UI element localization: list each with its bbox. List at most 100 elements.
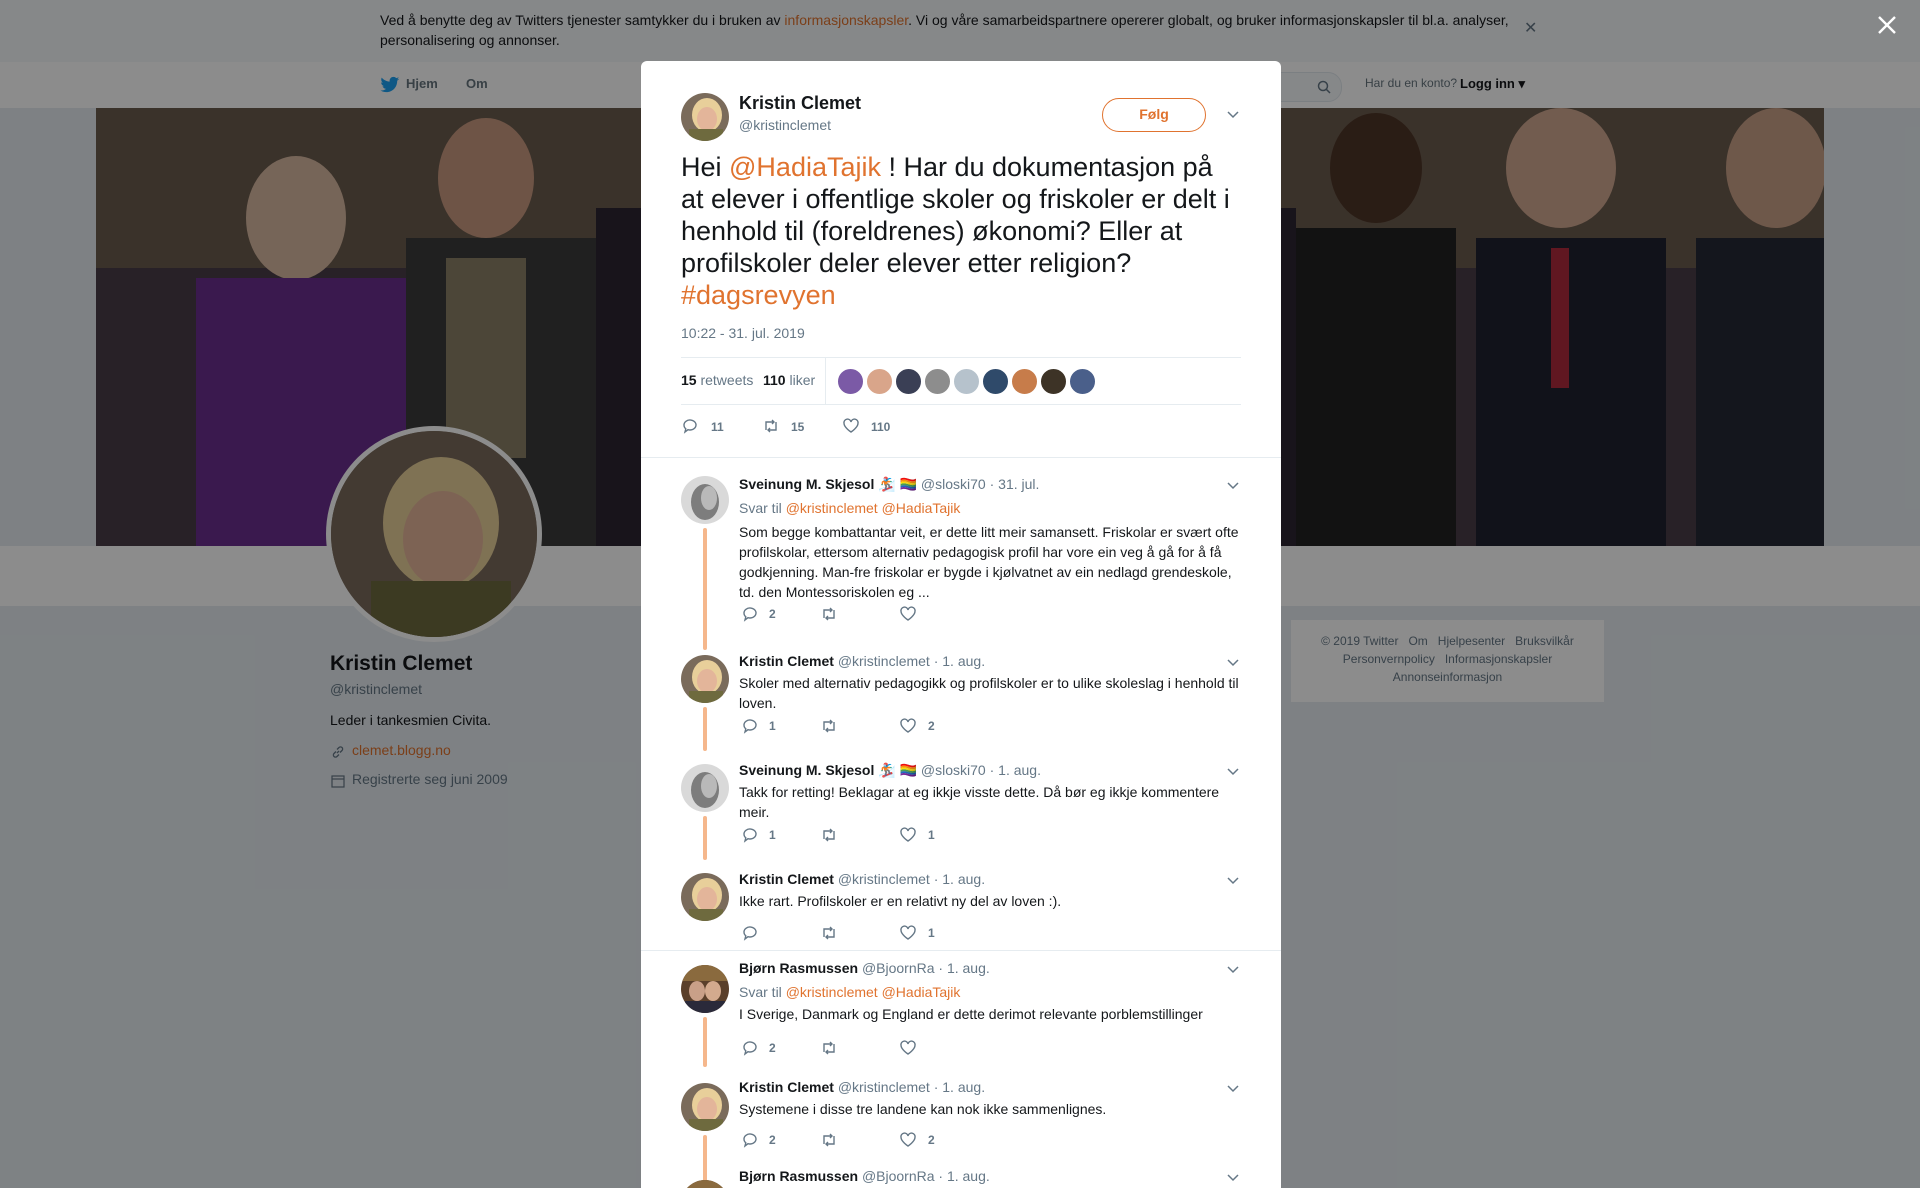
hashtag-link[interactable]: #dagsrevyen bbox=[681, 280, 836, 310]
heart-icon[interactable] bbox=[899, 827, 917, 843]
reply-avatar[interactable] bbox=[681, 873, 729, 921]
liker-avatar[interactable] bbox=[866, 368, 893, 395]
heart-icon[interactable] bbox=[899, 1132, 917, 1148]
retweet-icon[interactable] bbox=[762, 418, 780, 434]
reply-author-name[interactable]: Kristin Clemet bbox=[739, 1079, 834, 1095]
liker-avatar[interactable] bbox=[982, 368, 1009, 395]
reply-to-mentions[interactable]: @kristinclemet @HadiaTajik bbox=[786, 984, 961, 1000]
chevron-down-icon[interactable] bbox=[1227, 111, 1239, 119]
chevron-down-icon[interactable] bbox=[1227, 482, 1239, 490]
reply-author-handle[interactable]: @sloski70 bbox=[921, 762, 986, 778]
retweet-icon[interactable] bbox=[820, 1132, 838, 1148]
reply-icon[interactable] bbox=[741, 1132, 759, 1148]
reply-date[interactable]: · 1. aug. bbox=[938, 960, 989, 976]
retweet-icon[interactable] bbox=[820, 718, 838, 734]
retweet-icon[interactable] bbox=[820, 1040, 838, 1056]
avatar-image bbox=[681, 1180, 729, 1188]
reply-avatar[interactable] bbox=[681, 655, 729, 703]
reply-author-name[interactable]: Kristin Clemet bbox=[739, 871, 834, 887]
retweet-icon[interactable] bbox=[820, 925, 838, 941]
reply-count: 1 bbox=[769, 828, 776, 842]
chevron-down-icon[interactable] bbox=[1227, 877, 1239, 885]
reply-date[interactable]: · 1. aug. bbox=[934, 1079, 985, 1095]
tweet-author-handle[interactable]: @kristinclemet bbox=[739, 117, 831, 133]
reply-to-mentions[interactable]: @kristinclemet @HadiaTajik bbox=[786, 500, 961, 516]
reply-icon[interactable] bbox=[741, 925, 759, 941]
tweet-author-avatar[interactable] bbox=[681, 93, 729, 141]
avatar-image bbox=[681, 93, 729, 141]
liker-avatar[interactable] bbox=[895, 368, 922, 395]
reply-date[interactable]: · 1. aug. bbox=[938, 1168, 989, 1184]
reply-text: Takk for retting! Beklagar at eg ikkje v… bbox=[739, 784, 1220, 820]
reply-author-name[interactable]: Bjørn Rasmussen bbox=[739, 960, 858, 976]
reply-date[interactable]: · 1. aug. bbox=[934, 871, 985, 887]
reply-date[interactable]: · 1. aug. bbox=[934, 653, 985, 669]
reply-icon[interactable] bbox=[741, 718, 759, 734]
retweets-label: retweets bbox=[700, 372, 754, 388]
reply-icon[interactable] bbox=[681, 418, 699, 434]
reply-avatar[interactable] bbox=[681, 1180, 729, 1188]
reply-header: Bjørn Rasmussen @BjoornRa · 1. aug. bbox=[739, 960, 990, 976]
reply-count: 11 bbox=[711, 420, 724, 434]
reply-author-handle[interactable]: @kristinclemet bbox=[838, 1079, 930, 1095]
like-count: 2 bbox=[928, 719, 935, 733]
liker-avatar[interactable] bbox=[924, 368, 951, 395]
reply-author-handle[interactable]: @sloski70 bbox=[921, 476, 986, 492]
thread-line bbox=[703, 816, 707, 860]
likes-label: liker bbox=[789, 372, 816, 388]
liker-avatar[interactable] bbox=[1040, 368, 1067, 395]
thread-line bbox=[703, 1135, 707, 1185]
reply-author-emoji: 🏂 🏳️‍🌈 bbox=[878, 476, 918, 492]
reply-count: 2 bbox=[769, 607, 776, 621]
reply-author-name[interactable]: Sveinung M. Skjesol bbox=[739, 476, 874, 492]
retweets-stat[interactable]: 15 retweets bbox=[681, 372, 753, 388]
chevron-down-icon[interactable] bbox=[1227, 659, 1239, 667]
reply-header: Kristin Clemet @kristinclemet · 1. aug. bbox=[739, 871, 985, 887]
reply-avatar[interactable] bbox=[681, 764, 729, 812]
reply-author-handle[interactable]: @BjoornRa bbox=[862, 1168, 935, 1184]
reply-header: Sveinung M. Skjesol 🏂 🏳️‍🌈 @sloski70 · 1… bbox=[739, 762, 1041, 779]
liker-avatar[interactable] bbox=[1069, 368, 1096, 395]
liker-avatar[interactable] bbox=[953, 368, 980, 395]
heart-icon[interactable] bbox=[899, 718, 917, 734]
retweet-icon[interactable] bbox=[820, 606, 838, 622]
reply-icon[interactable] bbox=[741, 1040, 759, 1056]
reply-author-handle[interactable]: @kristinclemet bbox=[838, 871, 930, 887]
reply-avatar[interactable] bbox=[681, 1083, 729, 1131]
tweet-timestamp[interactable]: 10:22 - 31. jul. 2019 bbox=[681, 325, 805, 341]
divider bbox=[641, 457, 1281, 458]
likes-count: 110 bbox=[763, 372, 786, 388]
liker-avatar[interactable] bbox=[837, 368, 864, 395]
reply-to: Svar til @kristinclemet @HadiaTajik bbox=[739, 500, 960, 516]
reply-date[interactable]: · 1. aug. bbox=[990, 762, 1041, 778]
heart-icon[interactable] bbox=[899, 606, 917, 622]
chevron-down-icon[interactable] bbox=[1227, 966, 1239, 974]
reply-icon[interactable] bbox=[741, 606, 759, 622]
reply-author-name[interactable]: Bjørn Rasmussen bbox=[739, 1168, 858, 1184]
reply-avatar[interactable] bbox=[681, 476, 729, 524]
heart-icon[interactable] bbox=[842, 418, 860, 434]
retweet-icon[interactable] bbox=[820, 827, 838, 843]
liker-avatar[interactable] bbox=[1011, 368, 1038, 395]
reply-text: Ikke rart. Profilskoler er en relativt n… bbox=[739, 893, 1062, 909]
close-icon[interactable] bbox=[1874, 12, 1900, 38]
heart-icon[interactable] bbox=[899, 1040, 917, 1056]
reply-icon[interactable] bbox=[741, 827, 759, 843]
chevron-down-icon[interactable] bbox=[1227, 1085, 1239, 1093]
reply-header: Kristin Clemet @kristinclemet · 1. aug. bbox=[739, 653, 985, 669]
chevron-down-icon[interactable] bbox=[1227, 1174, 1239, 1182]
mention-link[interactable]: @HadiaTajik bbox=[729, 152, 881, 182]
reply-date[interactable]: · 31. jul. bbox=[990, 476, 1040, 492]
reply-avatar[interactable] bbox=[681, 965, 729, 1013]
reply-text: Systemene i disse tre landene kan nok ik… bbox=[739, 1101, 1107, 1117]
chevron-down-icon[interactable] bbox=[1227, 768, 1239, 776]
likes-stat[interactable]: 110 liker bbox=[763, 372, 815, 388]
follow-button[interactable]: Følg bbox=[1102, 98, 1206, 132]
reply-author-name[interactable]: Sveinung M. Skjesol bbox=[739, 762, 874, 778]
tweet-text: Hei @HadiaTajik ! Har du dokumentasjon p… bbox=[681, 151, 1241, 311]
reply-author-name[interactable]: Kristin Clemet bbox=[739, 653, 834, 669]
tweet-author-name[interactable]: Kristin Clemet bbox=[739, 93, 861, 114]
heart-icon[interactable] bbox=[899, 925, 917, 941]
reply-author-handle[interactable]: @kristinclemet bbox=[838, 653, 930, 669]
reply-author-handle[interactable]: @BjoornRa bbox=[862, 960, 935, 976]
